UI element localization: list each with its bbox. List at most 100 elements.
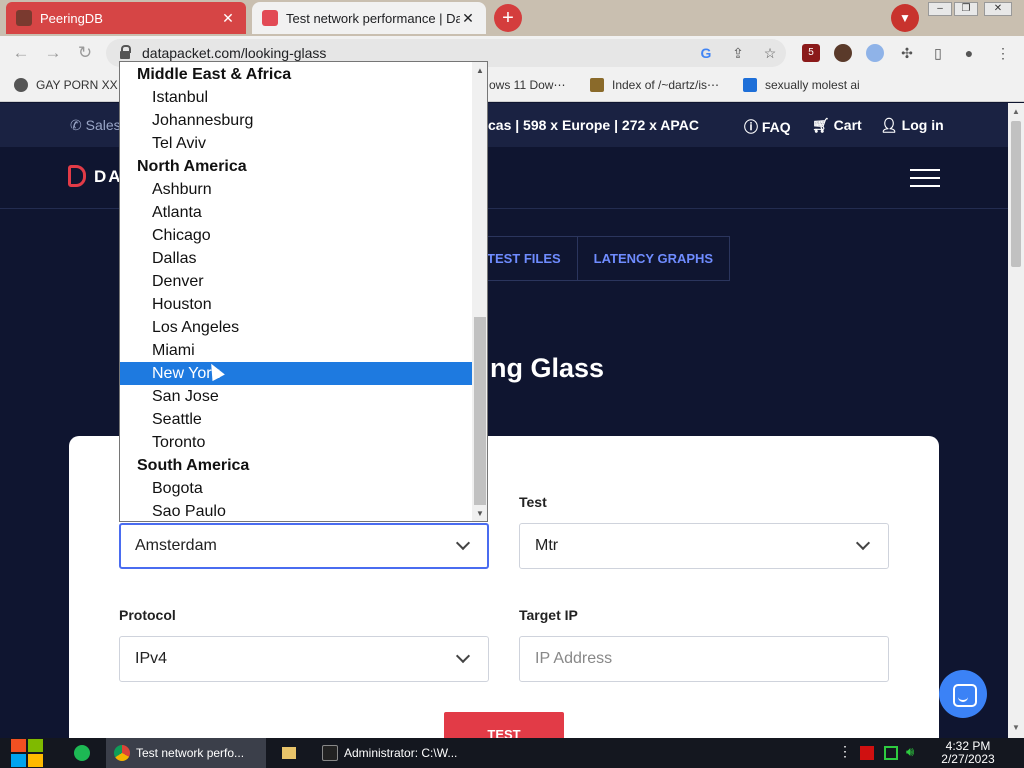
page-scrollbar[interactable]: ▲ ▼ (1008, 103, 1024, 738)
chrome-icon (114, 745, 130, 761)
network-icon[interactable] (884, 746, 898, 760)
dropdown-option[interactable]: New York (120, 362, 472, 385)
login-link[interactable]: 👤︎ Log in (880, 117, 944, 134)
minimize-icon[interactable]: – (928, 2, 952, 16)
forward-arrow-icon[interactable]: → (42, 42, 64, 64)
file-explorer-icon[interactable] (282, 747, 296, 759)
new-tab-button[interactable]: + (494, 4, 522, 32)
target-ip-label: Target IP (519, 607, 578, 623)
protocol-select[interactable]: IPv4 (119, 636, 489, 682)
chevron-down-icon (455, 535, 471, 551)
windows-start-icon[interactable] (10, 738, 44, 768)
dropdown-option[interactable]: Denver (120, 270, 472, 293)
sales-link[interactable]: ✆ Sales (70, 117, 121, 134)
close-icon[interactable]: ✕ (220, 10, 236, 27)
reload-icon[interactable]: ↻ (74, 42, 96, 64)
overflow-dots-icon[interactable]: ⋮ (838, 743, 852, 759)
taskbar-app-label: Administrator: C:\W... (344, 746, 458, 760)
test-label: Test (519, 494, 547, 510)
test-button[interactable]: TEST (444, 712, 564, 738)
protocol-value: IPv4 (135, 650, 168, 667)
peeringdb-favicon-icon (16, 10, 32, 26)
dropdown-option[interactable]: Miami (120, 339, 472, 362)
bookmark-item[interactable]: sexually molest ai (743, 78, 860, 92)
tab-search-chevron-icon[interactable]: ▼ (891, 4, 919, 32)
flag-icon[interactable] (860, 746, 874, 760)
datapacket-logo-icon[interactable] (68, 165, 86, 187)
dropdown-scrollbar[interactable]: ▲ ▼ (472, 62, 487, 521)
tab-datapacket[interactable]: Test network performance | Da ✕ (252, 2, 486, 34)
dropdown-option[interactable]: Chicago (120, 224, 472, 247)
dropdown-option[interactable]: San Jose (120, 385, 472, 408)
extension-flag-icon[interactable] (866, 44, 884, 62)
dropdown-option[interactable]: Bogota (120, 477, 472, 500)
taskbar-app-label: Test network perfo... (136, 746, 245, 760)
protocol-label: Protocol (119, 607, 176, 623)
clock-date: 2/27/2023 (941, 752, 995, 766)
target-ip-input[interactable] (535, 637, 873, 681)
spotify-icon[interactable] (74, 745, 90, 761)
system-clock[interactable]: 4:32 PM 2/27/2023 (936, 740, 1000, 766)
folder-index-icon (590, 78, 604, 92)
bookmark-item[interactable]: Index of /~dartz/is⋯ (590, 78, 719, 92)
dropdown-option[interactable]: Johannesburg (120, 109, 472, 132)
dropdown-option[interactable]: Houston (120, 293, 472, 316)
dropdown-option[interactable]: Atlanta (120, 201, 472, 224)
bookmark-star-icon[interactable]: ☆ (761, 44, 779, 62)
location-select[interactable]: Amsterdam (119, 523, 489, 569)
window-close-icon[interactable]: ✕ (984, 2, 1012, 16)
scrollbar-thumb[interactable] (1011, 121, 1021, 267)
url-text: datapacket.com/looking-glass (142, 45, 327, 61)
cart-link[interactable]: 🛒︎ Cart (812, 117, 862, 134)
windows-taskbar: Test network perfo... Administrator: C:\… (0, 738, 1024, 768)
dropdown-option[interactable]: Seattle (120, 408, 472, 431)
target-ip-field[interactable] (519, 636, 889, 682)
site-favicon-icon (743, 78, 757, 92)
google-icon[interactable]: G (697, 44, 715, 62)
scroll-down-icon[interactable]: ▼ (1012, 723, 1020, 732)
dropdown-option[interactable]: Los Angeles (120, 316, 472, 339)
location-dropdown-list: Middle East & Africa Istanbul Johannesburg… (119, 61, 488, 522)
lock-icon (120, 45, 131, 59)
close-icon[interactable]: ✕ (460, 10, 476, 27)
share-icon[interactable]: ⇪ (729, 44, 747, 62)
tab-latency-graphs[interactable]: LATENCY GRAPHS (576, 237, 729, 280)
looking-glass-subnav: TEST FILES LATENCY GRAPHS (470, 236, 731, 281)
chevron-down-icon (855, 535, 871, 551)
extension-avatar-icon[interactable] (834, 44, 852, 62)
bookmark-item[interactable]: ows 11 Dow⋯ (489, 78, 565, 92)
dropdown-option[interactable]: Istanbul (120, 86, 472, 109)
taskbar-chrome-app[interactable]: Test network perfo... (106, 738, 266, 768)
test-select[interactable]: Mtr (519, 523, 889, 569)
taskbar-cmd-app[interactable]: Administrator: C:\W... (314, 738, 464, 768)
maximize-icon[interactable]: ❐ (954, 2, 978, 16)
back-arrow-icon[interactable]: ← (10, 42, 32, 64)
scrollbar-thumb[interactable] (474, 317, 486, 505)
dropdown-option[interactable]: Ashburn (120, 178, 472, 201)
dropdown-group-header: Middle East & Africa (137, 66, 292, 83)
terminal-icon (322, 745, 338, 761)
scroll-up-icon[interactable]: ▲ (1012, 107, 1020, 116)
profile-icon[interactable]: ● (960, 44, 978, 62)
faq-link[interactable]: ⓘ FAQ (744, 117, 791, 137)
scroll-down-icon[interactable]: ▼ (476, 509, 484, 518)
tab-peeringdb[interactable]: PeeringDB ✕ (6, 2, 246, 34)
dropdown-option[interactable]: Toronto (120, 431, 472, 454)
dropdown-group-header: North America (137, 158, 247, 175)
extensions-puzzle-icon[interactable]: ✣ (898, 44, 916, 62)
side-panel-icon[interactable]: ▯ (929, 44, 947, 62)
test-value: Mtr (535, 537, 559, 554)
volume-icon[interactable]: 🔊︎ (906, 744, 920, 759)
dropdown-option[interactable]: Dallas (120, 247, 472, 270)
dropdown-group-header: South America (137, 457, 250, 474)
dropdown-option[interactable]: Tel Aviv (120, 132, 472, 155)
dropdown-option[interactable]: Sao Paulo (120, 500, 472, 521)
chat-widget-icon[interactable] (939, 670, 987, 718)
bookmark-item[interactable]: GAY PORN XX (14, 78, 118, 92)
hamburger-menu-icon[interactable] (910, 169, 940, 187)
ublock-icon[interactable]: 5 (802, 44, 820, 62)
menu-dots-icon[interactable]: ⋮ (994, 44, 1012, 62)
scroll-up-icon[interactable]: ▲ (476, 66, 484, 75)
chevron-down-icon (455, 648, 471, 664)
location-value: Amsterdam (135, 537, 217, 554)
